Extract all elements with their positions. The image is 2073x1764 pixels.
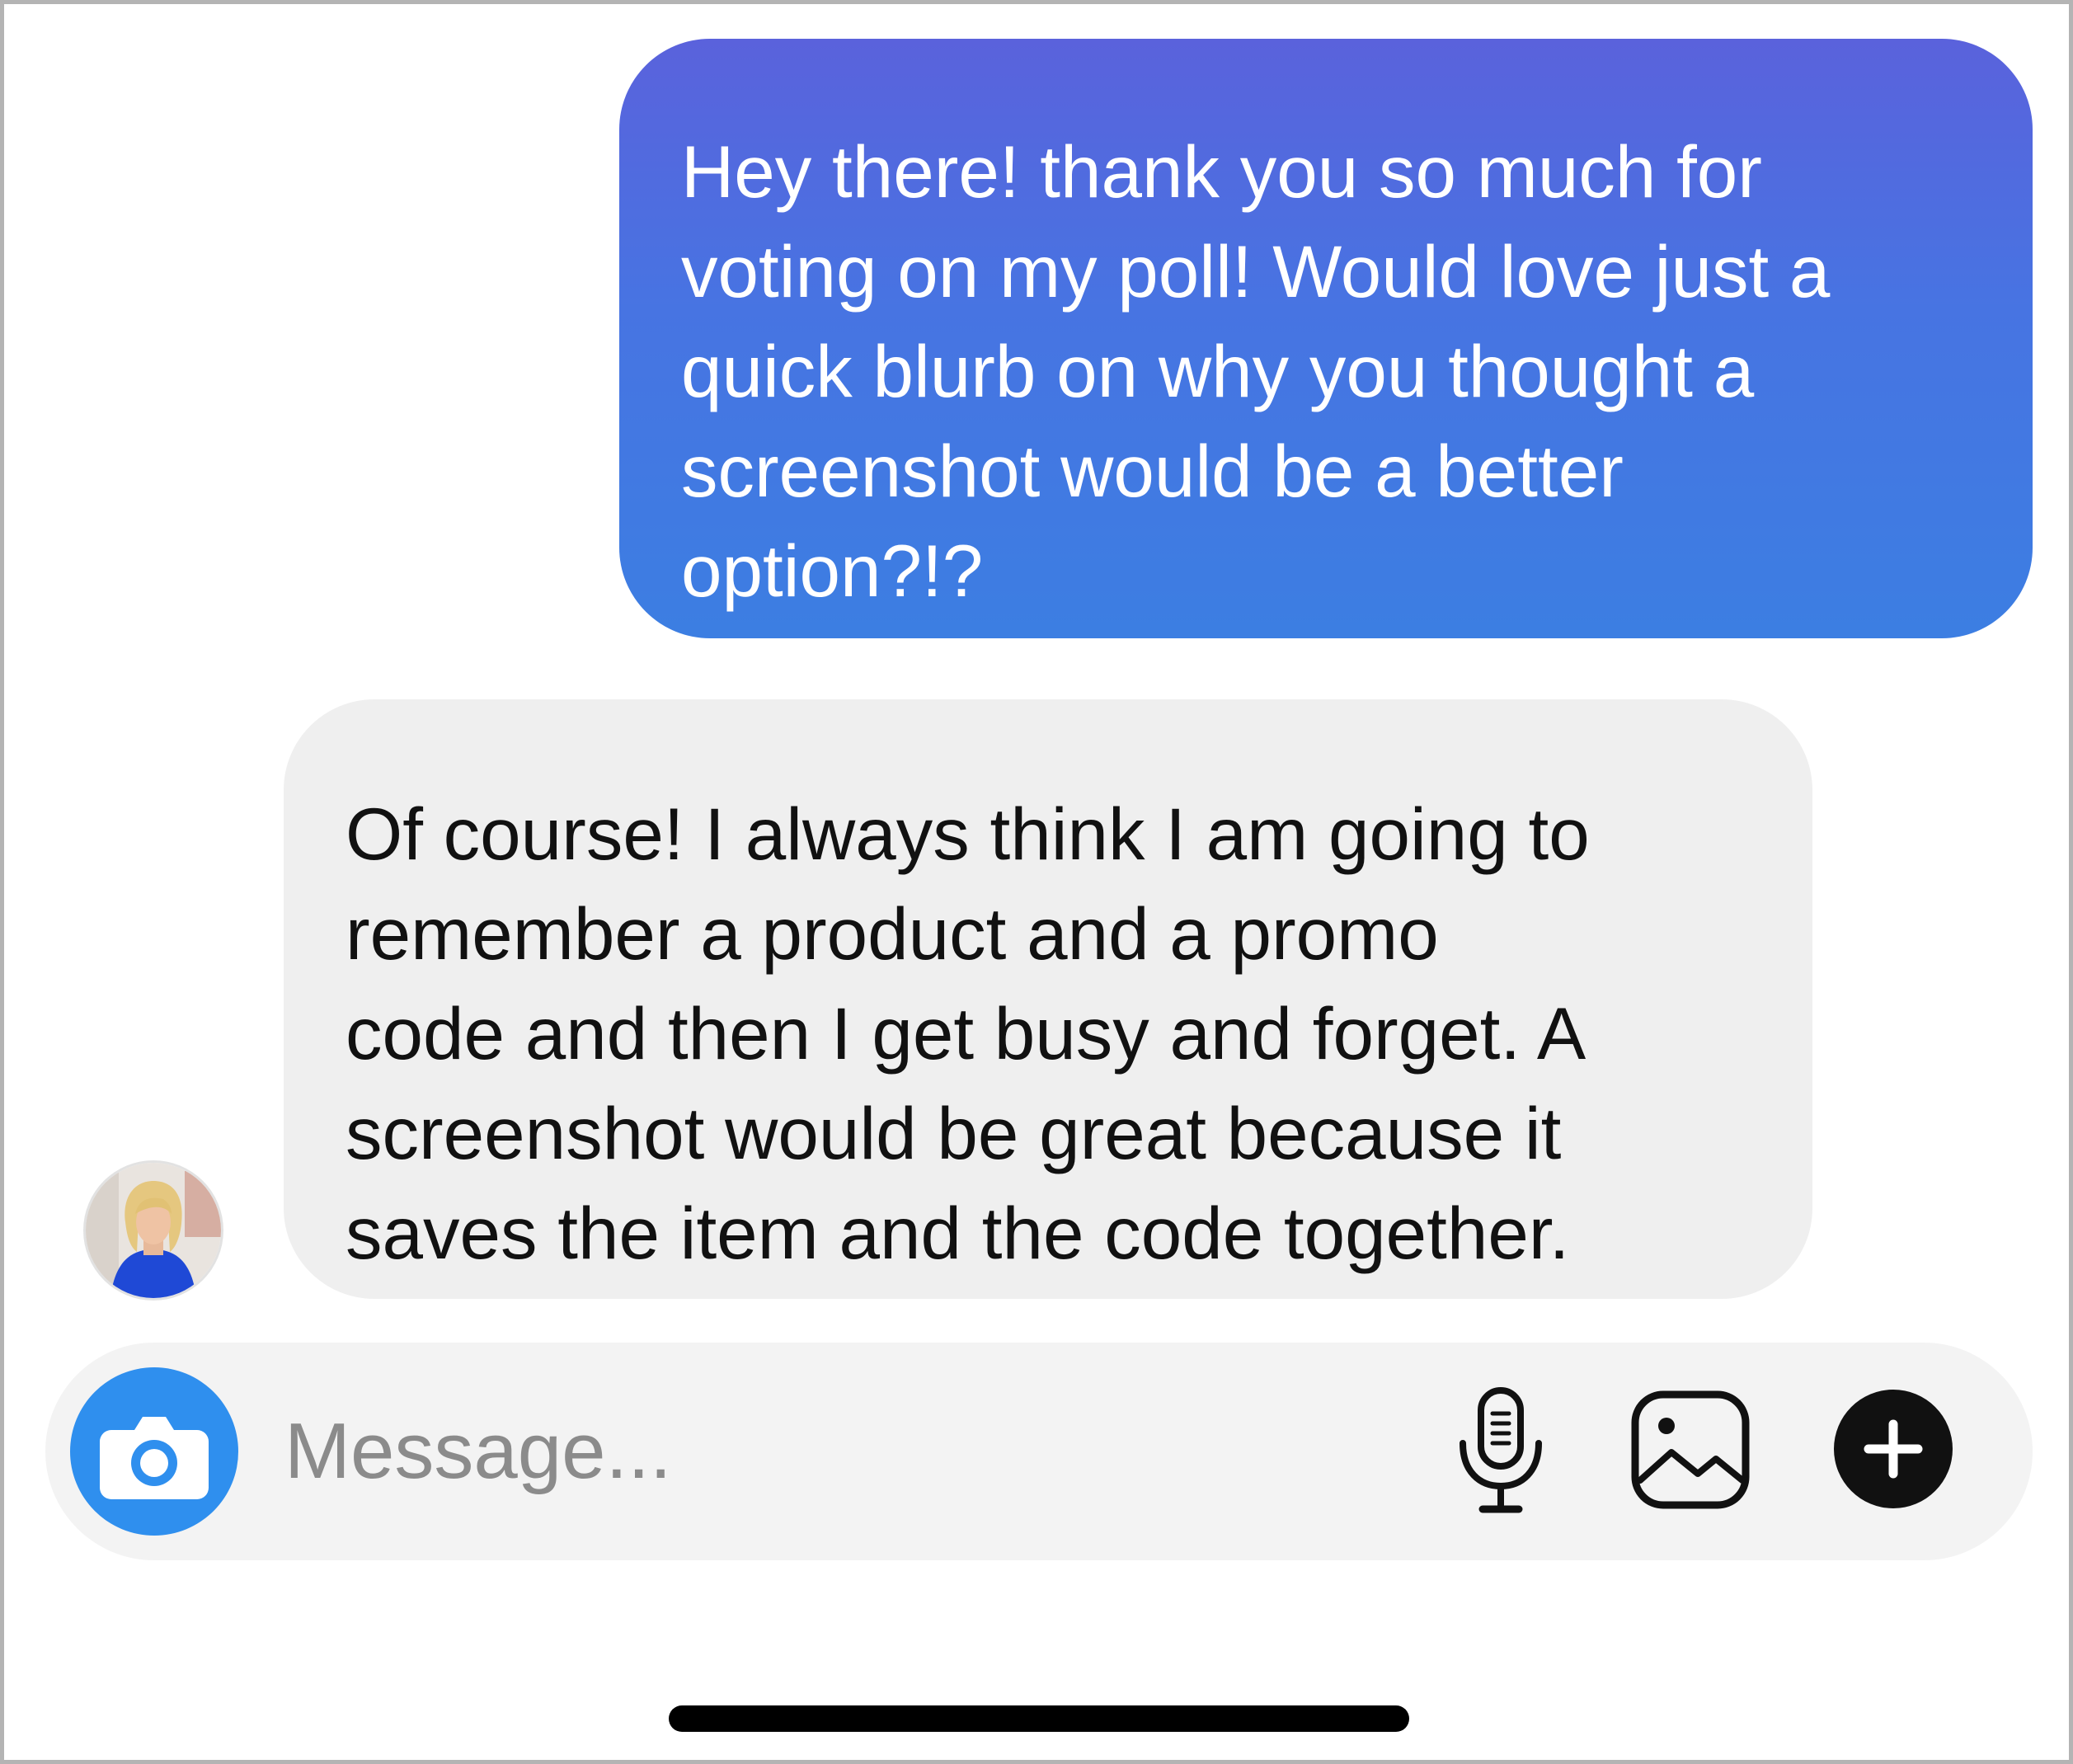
camera-button[interactable] <box>70 1367 238 1536</box>
outgoing-message-bubble[interactable]: Hey there! thank you so much for voting … <box>619 39 2033 638</box>
home-indicator[interactable] <box>669 1705 1409 1732</box>
gallery-icon[interactable] <box>1629 1388 1752 1512</box>
incoming-message-bubble[interactable]: Of course! I always think I am going to … <box>284 699 1812 1299</box>
avatar[interactable] <box>86 1163 221 1298</box>
avatar-photo <box>86 1163 221 1298</box>
camera-icon <box>100 1417 209 1499</box>
chat-screen: Hey there! thank you so much for voting … <box>0 0 2073 1764</box>
message-input[interactable]: Message... <box>284 1398 672 1505</box>
plus-button[interactable] <box>1832 1388 1954 1510</box>
microphone-icon[interactable] <box>1451 1385 1550 1517</box>
